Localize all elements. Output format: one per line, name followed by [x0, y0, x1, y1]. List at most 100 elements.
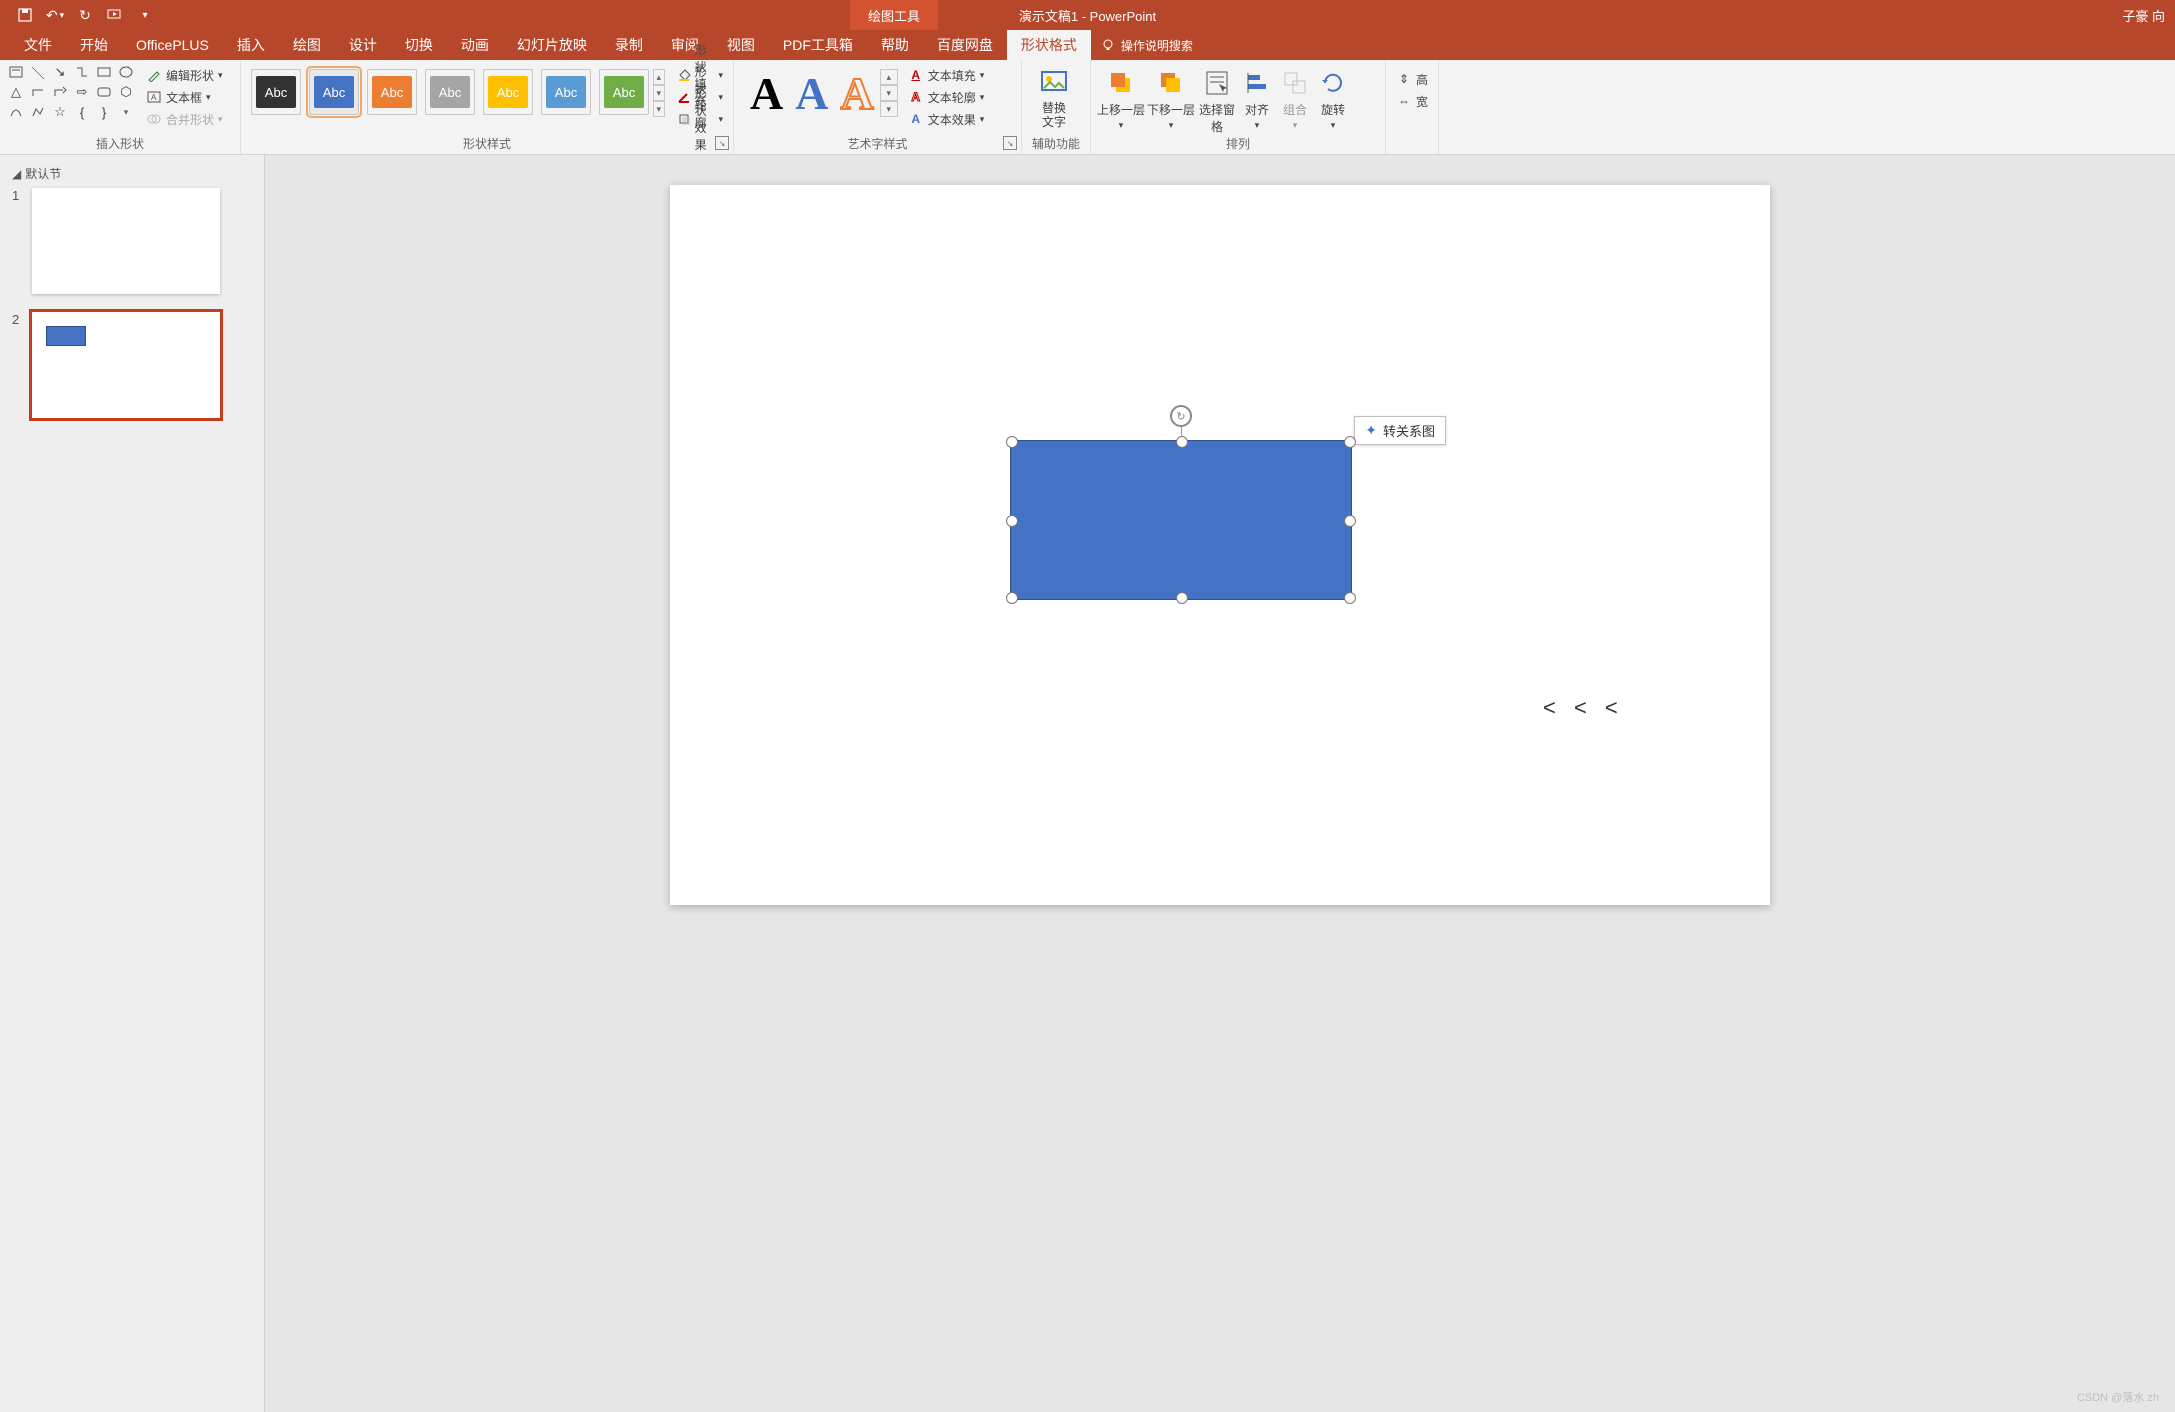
tab-animations[interactable]: 动画	[447, 30, 503, 60]
shape-arrow-icon[interactable]: ⇨	[72, 83, 92, 101]
style-swatch-7[interactable]: Abc	[599, 69, 649, 115]
align-button[interactable]: 对齐 ▾	[1239, 63, 1275, 131]
context-tab-drawing-tools[interactable]: 绘图工具	[850, 0, 938, 30]
tab-shape-format[interactable]: 形状格式	[1007, 30, 1091, 60]
style-swatch-1[interactable]: Abc	[251, 69, 301, 115]
shape-curve-icon[interactable]	[6, 103, 26, 121]
shape-freeform-icon[interactable]	[28, 103, 48, 121]
text-box-button[interactable]: A 文本框 ▾	[142, 87, 227, 107]
shape-style-gallery[interactable]: Abc Abc Abc Abc Abc Abc Abc	[251, 69, 649, 115]
resize-handle-n[interactable]	[1176, 436, 1188, 448]
rotate-button[interactable]: 旋转 ▾	[1315, 63, 1351, 131]
selection-pane-button[interactable]: 选择窗格	[1197, 63, 1237, 135]
style-swatch-6[interactable]: Abc	[541, 69, 591, 115]
style-swatch-3[interactable]: Abc	[367, 69, 417, 115]
tell-me-search[interactable]: 操作说明搜索	[1101, 37, 1193, 54]
wordart-style-1[interactable]: A	[750, 67, 783, 120]
text-effects-button[interactable]: A 文本效果 ▾	[904, 109, 989, 129]
user-name[interactable]: 子豪 向	[2122, 0, 2165, 30]
shape-connector-icon[interactable]	[72, 63, 92, 81]
width-field[interactable]: ⇔ 宽	[1392, 91, 1432, 111]
shape-brace-right-icon[interactable]: }	[94, 103, 114, 121]
tab-insert[interactable]: 插入	[223, 30, 279, 60]
send-backward-button[interactable]: 下移一层 ▾	[1147, 63, 1195, 131]
slide-thumb-2[interactable]: 2	[12, 312, 252, 418]
scroll-down-icon[interactable]: ▾	[653, 85, 665, 101]
wordart-gallery[interactable]: A A A	[750, 67, 874, 120]
shape-elbow-arrow-icon[interactable]	[50, 83, 70, 101]
shape-triangle-icon[interactable]: △	[6, 83, 26, 101]
shape-gallery[interactable]: ＼ ↘ △ ⇨ ⬡ ☆ { } ▾	[6, 63, 136, 121]
tab-slideshow[interactable]: 幻灯片放映	[503, 30, 601, 60]
scroll-down-icon[interactable]: ▾	[880, 85, 898, 101]
shape-rectangle-icon[interactable]	[94, 63, 114, 81]
tab-transitions[interactable]: 切换	[391, 30, 447, 60]
gallery-expand-icon[interactable]: ▾	[880, 101, 898, 117]
slide[interactable]: < < < ↻ ✦ 转关系图	[670, 185, 1770, 905]
tell-me-label: 操作说明搜索	[1121, 37, 1193, 54]
shape-brace-left-icon[interactable]: {	[72, 103, 92, 121]
shape-line-icon[interactable]: ＼	[28, 63, 48, 81]
shape-hexagon-icon[interactable]: ⬡	[116, 83, 136, 101]
tab-pdf-tools[interactable]: PDF工具箱	[769, 30, 867, 60]
slide-preview[interactable]	[32, 188, 220, 294]
text-fill-button[interactable]: A 文本填充 ▾	[904, 65, 989, 85]
style-swatch-2[interactable]: Abc	[309, 69, 359, 115]
tab-home[interactable]: 开始	[66, 30, 122, 60]
height-field[interactable]: ⇕ 高	[1392, 69, 1432, 89]
tab-officeplus[interactable]: OfficePLUS	[122, 30, 223, 60]
resize-handle-nw[interactable]	[1006, 436, 1018, 448]
start-from-beginning-icon[interactable]	[105, 5, 125, 25]
wordart-gallery-scroll[interactable]: ▴ ▾ ▾	[880, 69, 898, 117]
style-swatch-4[interactable]: Abc	[425, 69, 475, 115]
shape-elbow-icon[interactable]	[28, 83, 48, 101]
send-backward-icon	[1155, 67, 1187, 99]
convert-to-diagram-callout[interactable]: ✦ 转关系图	[1354, 416, 1446, 445]
section-header[interactable]: ◢ 默认节	[12, 165, 252, 182]
shape-line-arrow-icon[interactable]: ↘	[50, 63, 70, 81]
shape-rounded-rect-icon[interactable]	[94, 83, 114, 101]
wordart-launcher[interactable]: ↘	[1003, 136, 1017, 150]
shape-oval-icon[interactable]	[116, 63, 136, 81]
chevron-down-icon: ▾	[718, 70, 723, 81]
resize-handle-se[interactable]	[1344, 592, 1356, 604]
slide-thumb-1[interactable]: 1	[12, 188, 252, 294]
scroll-up-icon[interactable]: ▴	[880, 69, 898, 85]
selected-rectangle-shape[interactable]: ↻ ✦ 转关系图	[1010, 440, 1352, 600]
tab-record[interactable]: 录制	[601, 30, 657, 60]
text-outline-button[interactable]: A 文本轮廓 ▾	[904, 87, 989, 107]
alt-text-button[interactable]: 替换 文字	[1028, 63, 1080, 130]
shape-styles-launcher[interactable]: ↘	[715, 136, 729, 150]
slide-canvas-area[interactable]: < < < ↻ ✦ 转关系图 CSDN @落水 zh	[265, 155, 2175, 1412]
gallery-expand-icon[interactable]: ▾	[653, 101, 665, 117]
tab-draw[interactable]: 绘图	[279, 30, 335, 60]
collapse-section-icon[interactable]: ◢	[12, 167, 21, 181]
tab-design[interactable]: 设计	[335, 30, 391, 60]
resize-handle-sw[interactable]	[1006, 592, 1018, 604]
shape-gallery-more-icon[interactable]: ▾	[116, 103, 136, 121]
resize-handle-e[interactable]	[1344, 515, 1356, 527]
shape-star-icon[interactable]: ☆	[50, 103, 70, 121]
tab-help[interactable]: 帮助	[867, 30, 923, 60]
tab-file[interactable]: 文件	[10, 30, 66, 60]
style-swatch-5[interactable]: Abc	[483, 69, 533, 115]
save-icon[interactable]	[15, 5, 35, 25]
undo-icon[interactable]: ↶▾	[45, 5, 65, 25]
resize-handle-ne[interactable]	[1344, 436, 1356, 448]
shape-textbox-icon[interactable]	[6, 63, 26, 81]
slide-thumbnails-pane[interactable]: ◢ 默认节 1 2	[0, 155, 265, 1412]
qat-customize-icon[interactable]: ▾	[135, 5, 155, 25]
edit-shape-button[interactable]: 编辑形状 ▾	[142, 65, 227, 85]
wordart-style-2[interactable]: A	[795, 67, 828, 120]
resize-handle-w[interactable]	[1006, 515, 1018, 527]
scroll-up-icon[interactable]: ▴	[653, 69, 665, 85]
wordart-style-3[interactable]: A	[840, 67, 873, 120]
redo-icon[interactable]: ↻	[75, 5, 95, 25]
slide-preview[interactable]	[32, 312, 220, 418]
resize-handle-s[interactable]	[1176, 592, 1188, 604]
tab-view[interactable]: 视图	[713, 30, 769, 60]
tab-baidu-netdisk[interactable]: 百度网盘	[923, 30, 1007, 60]
bring-forward-button[interactable]: 上移一层 ▾	[1097, 63, 1145, 131]
style-gallery-scroll[interactable]: ▴ ▾ ▾	[653, 69, 665, 117]
shape-effects-button[interactable]: 形状效果 ▾	[673, 109, 727, 129]
